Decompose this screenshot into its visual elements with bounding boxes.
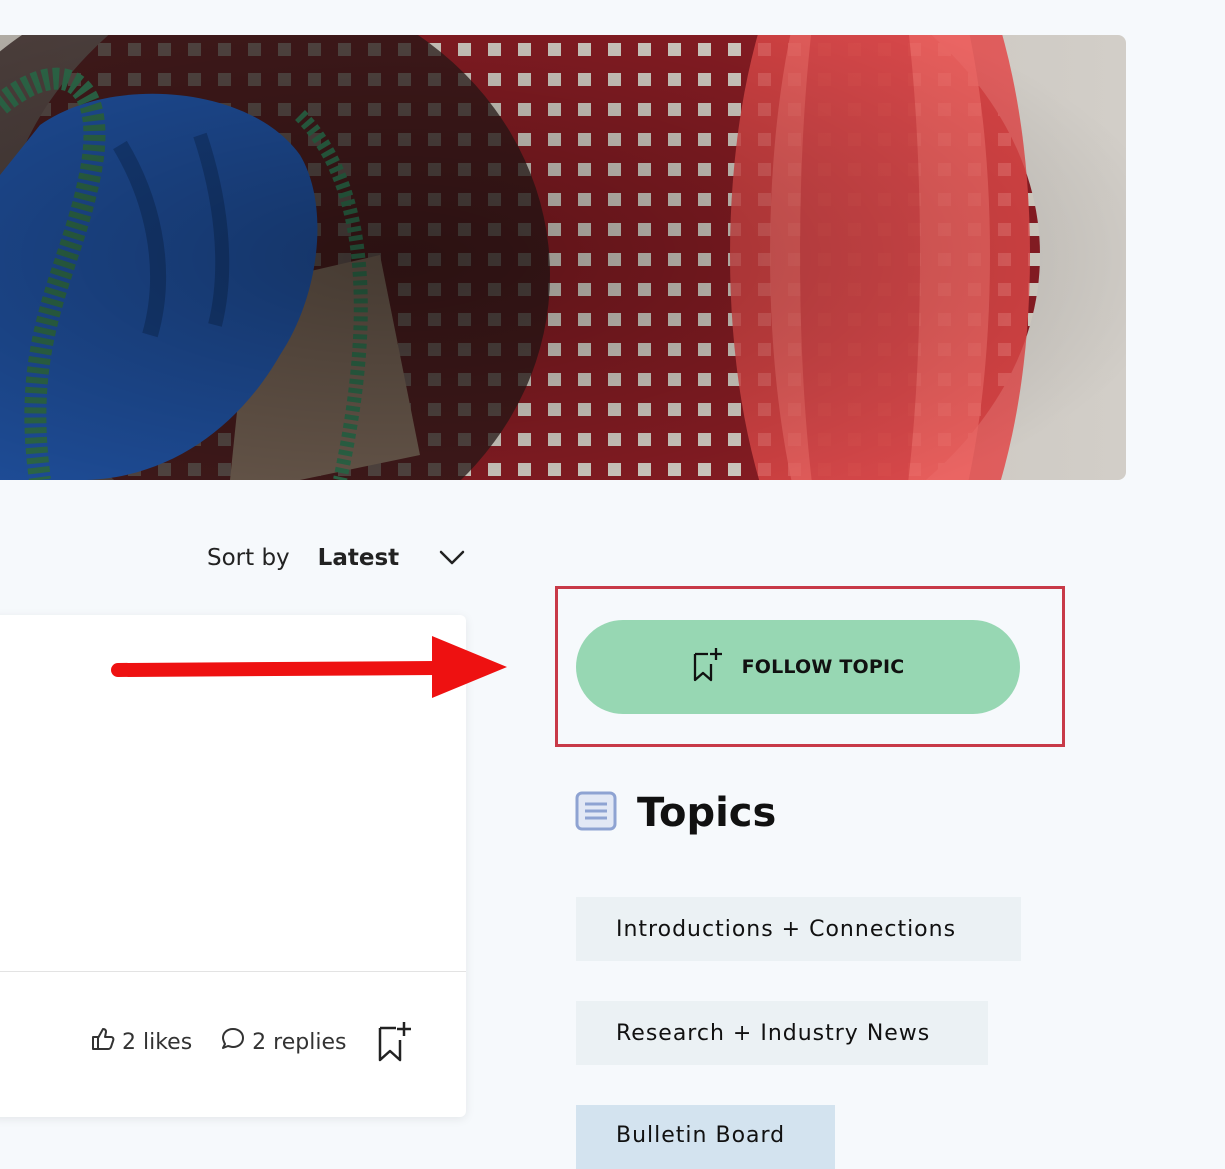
topic-chip-introductions[interactable]: Introductions + Connections — [576, 897, 1021, 961]
topics-title: Topics — [637, 790, 777, 836]
bookmark-add-icon — [692, 647, 742, 687]
sort-selected-value[interactable]: Latest — [318, 545, 399, 571]
card-divider — [0, 971, 466, 972]
like-button[interactable]: 2 likes — [90, 1026, 192, 1058]
sort-label: Sort by — [207, 545, 290, 571]
topic-chip-research[interactable]: Research + Industry News — [576, 1001, 988, 1065]
speech-bubble-icon — [220, 1026, 252, 1058]
follow-topic-label: FOLLOW TOPIC — [741, 656, 905, 678]
topic-chip-bulletin-board[interactable]: Bulletin Board — [576, 1105, 835, 1169]
replies-count: 2 replies — [252, 1029, 347, 1055]
thumbs-up-icon — [90, 1026, 122, 1058]
topics-heading: Topics — [575, 790, 776, 836]
likes-count: 2 likes — [122, 1029, 193, 1055]
sort-bar: Sort by Latest — [207, 538, 465, 578]
reply-button[interactable]: 2 replies — [220, 1026, 346, 1058]
post-stats: 2 likes 2 replies — [90, 1020, 412, 1064]
document-list-icon — [575, 790, 637, 836]
chevron-down-icon[interactable] — [439, 550, 465, 566]
hero-image — [0, 35, 1126, 480]
bookmark-add-icon[interactable] — [376, 1020, 412, 1064]
follow-topic-button[interactable]: FOLLOW TOPIC — [576, 620, 1020, 714]
annotation-arrow — [110, 630, 510, 714]
